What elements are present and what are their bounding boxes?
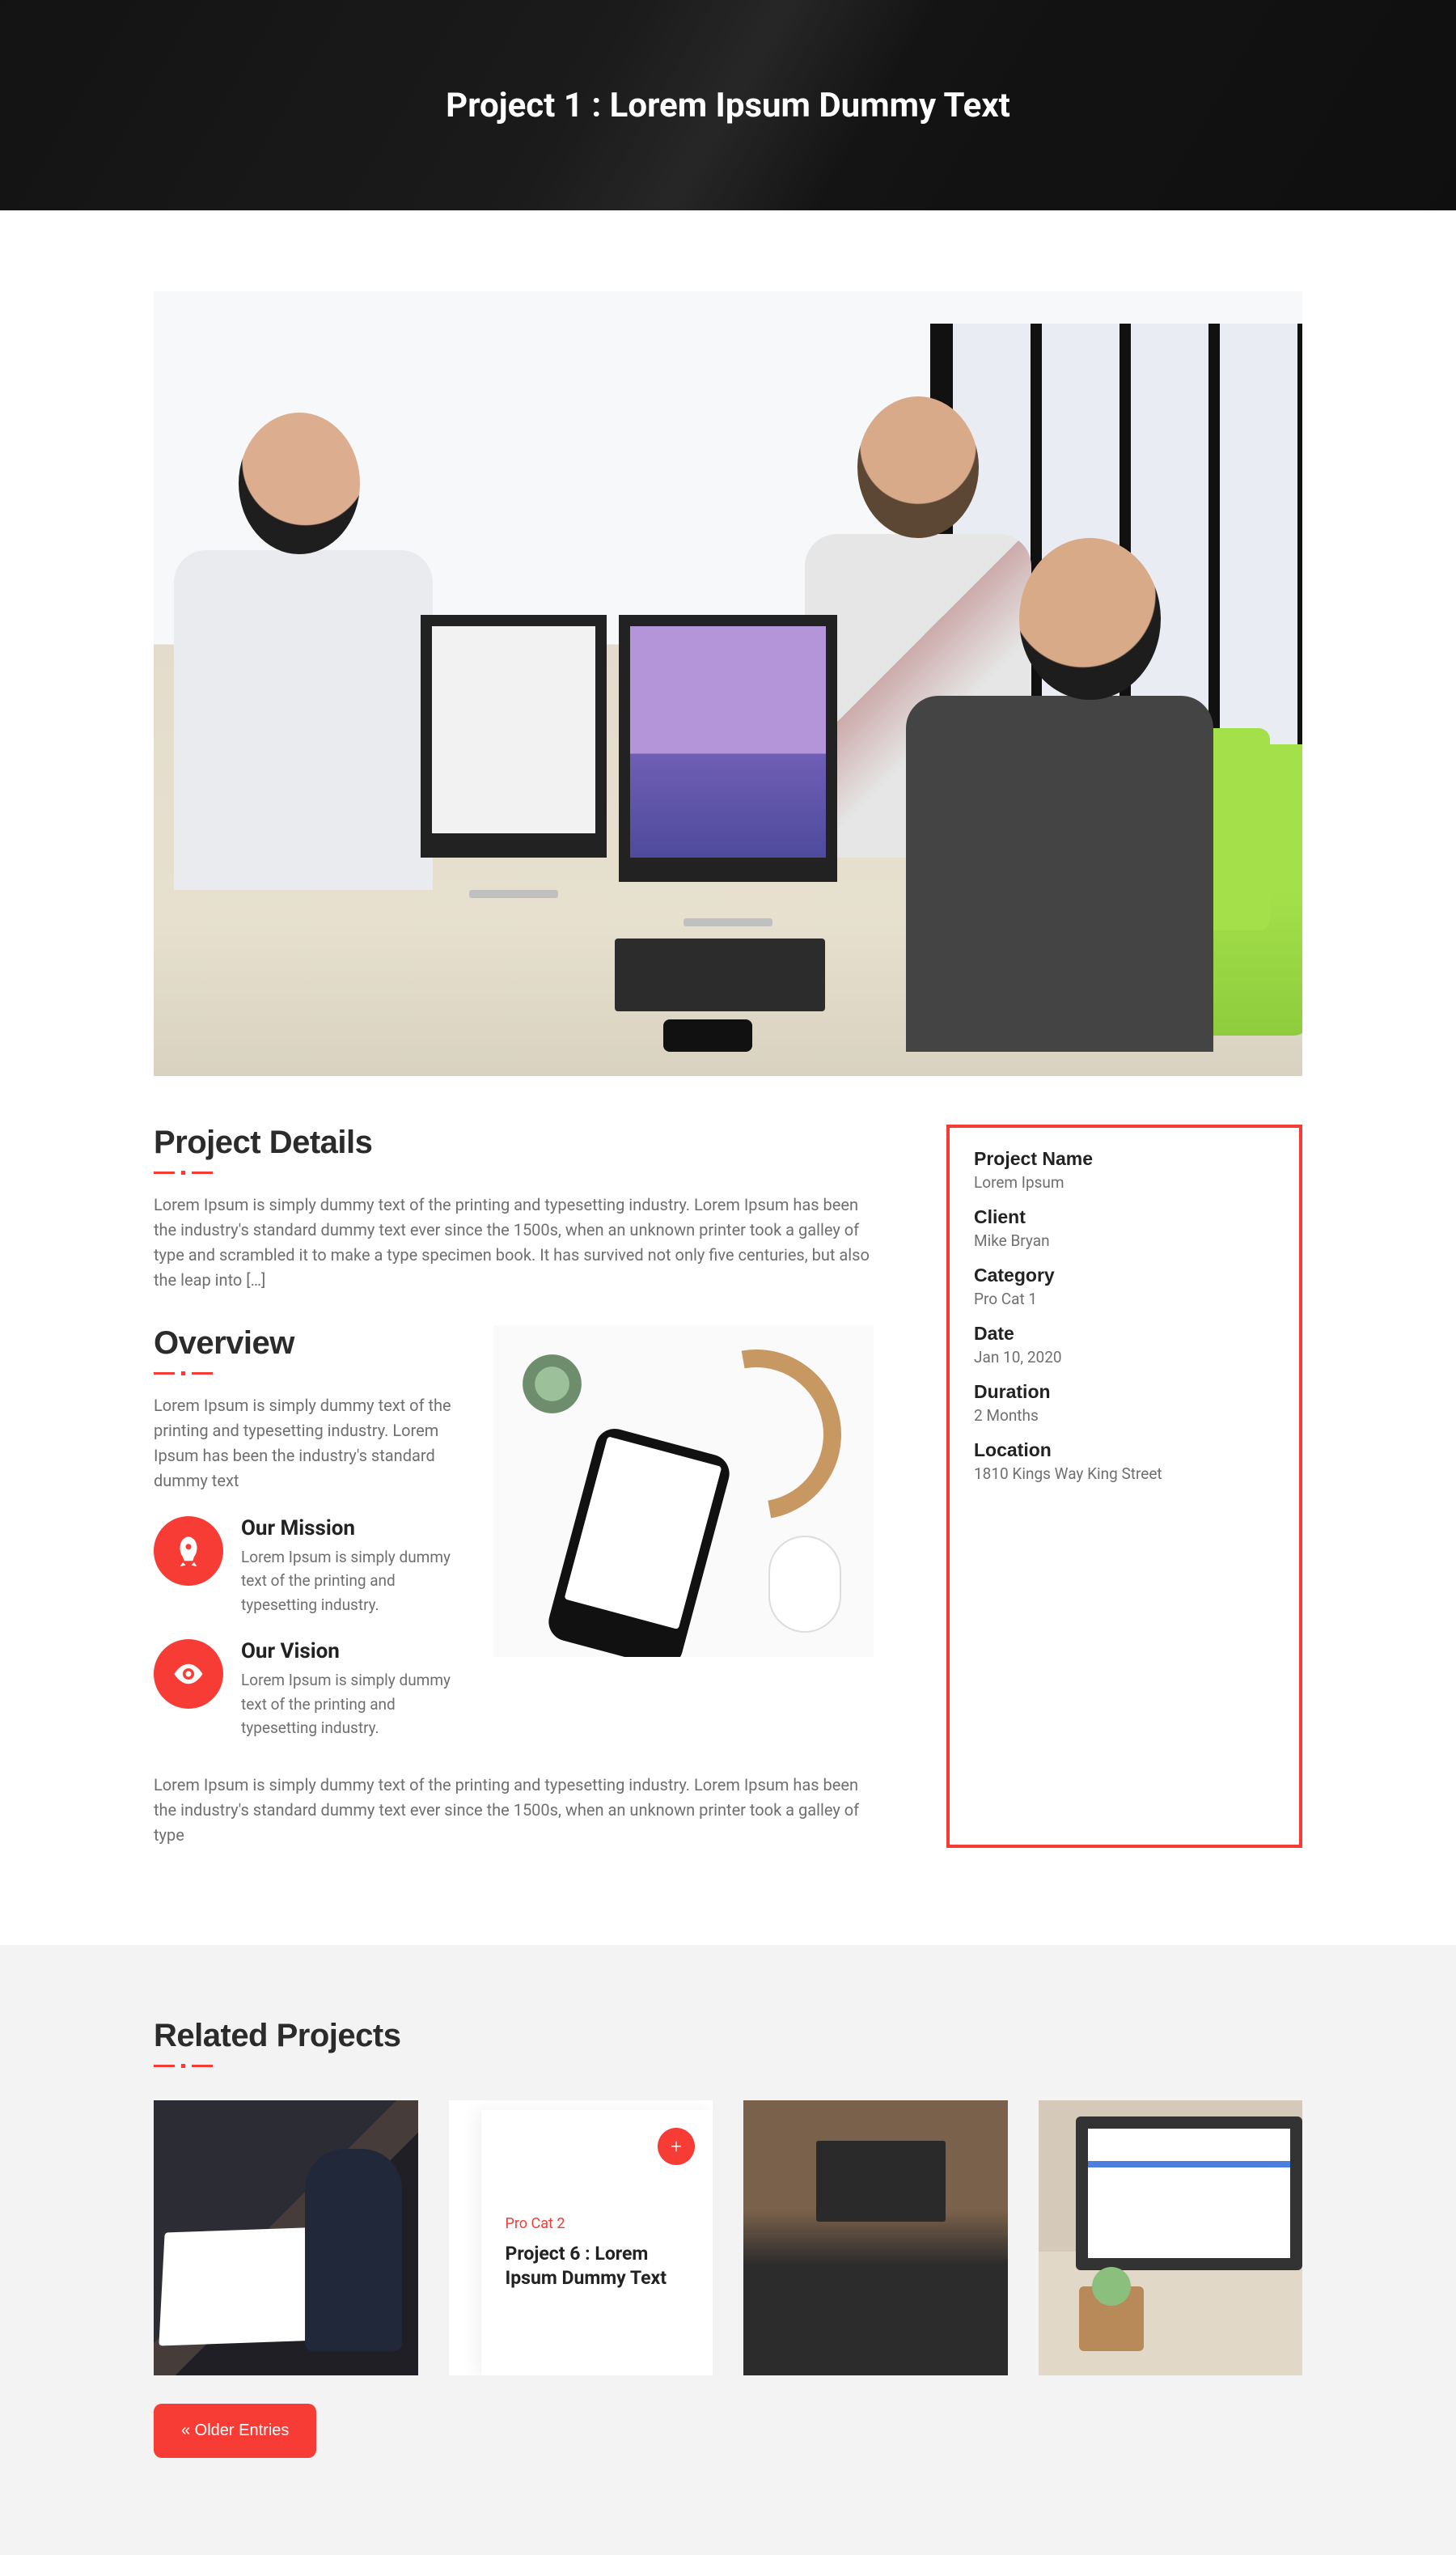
vision-body: Lorem Ipsum is simply dummy text of the … — [241, 1668, 461, 1739]
plus-icon[interactable]: + — [658, 2128, 695, 2165]
project-details-heading: Project Details — [154, 1125, 874, 1161]
meta-name-label: Project Name — [974, 1148, 1275, 1170]
related-projects-section: Related Projects + Pro Cat 2 Project 6 :… — [0, 1945, 1456, 2555]
project-details-body: Lorem Ipsum is simply dummy text of the … — [154, 1193, 874, 1293]
meta-location-label: Location — [974, 1439, 1275, 1461]
overview-heading: Overview — [154, 1325, 461, 1362]
overview-outro: Lorem Ipsum is simply dummy text of the … — [154, 1773, 874, 1848]
related-card-2[interactable]: + Pro Cat 2 Project 6 : Lorem Ipsum Dumm… — [449, 2100, 713, 2375]
related-heading: Related Projects — [154, 2018, 1302, 2054]
featured-image — [154, 291, 1302, 1076]
meta-name-value: Lorem Ipsum — [974, 1173, 1275, 1192]
meta-location-value: 1810 Kings Way King Street — [974, 1464, 1275, 1483]
related-card-4[interactable] — [1039, 2100, 1303, 2375]
meta-date-label: Date — [974, 1323, 1275, 1345]
meta-date-value: Jan 10, 2020 — [974, 1348, 1275, 1366]
meta-duration-label: Duration — [974, 1381, 1275, 1403]
page-title: Project 1 : Lorem Ipsum Dummy Text — [446, 86, 1010, 125]
meta-category-value: Pro Cat 1 — [974, 1290, 1275, 1308]
project-meta-sidebar: Project Name Lorem Ipsum Client Mike Bry… — [946, 1125, 1302, 1848]
hero-banner: Project 1 : Lorem Ipsum Dummy Text — [0, 0, 1456, 210]
divider-decoration — [154, 1171, 874, 1175]
mission-body: Lorem Ipsum is simply dummy text of the … — [241, 1545, 461, 1616]
related-card-3[interactable] — [743, 2100, 1008, 2375]
meta-duration-value: 2 Months — [974, 1406, 1275, 1425]
meta-client-label: Client — [974, 1206, 1275, 1228]
divider-decoration — [154, 1371, 461, 1375]
related-card-1[interactable] — [154, 2100, 418, 2375]
overview-image — [493, 1325, 874, 1657]
vision-title: Our Vision — [241, 1639, 461, 1663]
vision-block: Our Vision Lorem Ipsum is simply dummy t… — [154, 1639, 461, 1739]
older-entries-button[interactable]: « Older Entries — [154, 2404, 316, 2458]
rocket-icon — [154, 1516, 223, 1586]
meta-category-label: Category — [974, 1265, 1275, 1286]
mission-title: Our Mission — [241, 1516, 461, 1540]
eye-icon — [154, 1639, 223, 1709]
mission-block: Our Mission Lorem Ipsum is simply dummy … — [154, 1516, 461, 1616]
divider-decoration — [154, 2064, 1302, 2068]
related-card-category: Pro Cat 2 — [506, 2215, 689, 2232]
related-card-title: Project 6 : Lorem Ipsum Dummy Text — [506, 2242, 689, 2290]
meta-client-value: Mike Bryan — [974, 1231, 1275, 1250]
overview-intro: Lorem Ipsum is simply dummy text of the … — [154, 1393, 461, 1494]
